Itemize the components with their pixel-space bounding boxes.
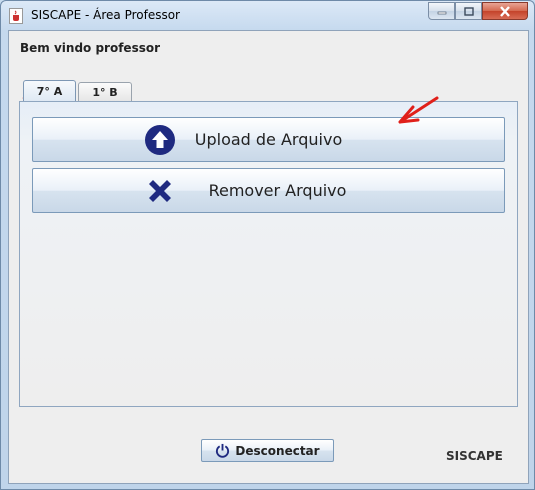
upload-arrow-icon	[145, 125, 175, 155]
tab-label: 7° A	[36, 84, 63, 98]
upload-label: Upload de Arquivo	[194, 130, 343, 149]
minimize-icon	[437, 11, 446, 15]
welcome-label: Bem vindo professor	[20, 41, 161, 55]
x-mark-icon	[149, 180, 171, 202]
disconnect-label: Desconectar	[235, 443, 320, 458]
window-title: SISCAPE - Área Professor	[31, 8, 180, 22]
disconnect-button[interactable]: Desconectar	[201, 439, 334, 462]
remove-file-button[interactable]: Remover Arquivo	[32, 168, 505, 213]
power-icon	[215, 443, 230, 458]
close-button[interactable]	[482, 2, 528, 20]
upload-file-button[interactable]: Upload de Arquivo	[32, 117, 505, 162]
close-icon	[500, 5, 510, 17]
content-area: Bem vindo professor 7° A 1° B Upload de …	[8, 30, 529, 484]
title-bar[interactable]: SISCAPE - Área Professor	[1, 1, 534, 30]
window-controls	[428, 2, 528, 21]
maximize-button[interactable]	[455, 2, 482, 20]
application-window: SISCAPE - Área Professor Bem vindo profe…	[0, 0, 535, 490]
maximize-icon	[463, 6, 474, 16]
java-cup-icon	[9, 8, 23, 24]
tab-panel: Upload de Arquivo Remover Arquivo	[19, 101, 518, 407]
remove-label: Remover Arquivo	[208, 181, 347, 200]
minimize-button[interactable]	[428, 2, 455, 20]
tab-1b[interactable]: 1° B	[78, 82, 132, 101]
tab-label: 1° B	[92, 85, 118, 99]
brand-label: SISCAPE	[446, 449, 503, 463]
tab-7a[interactable]: 7° A	[23, 80, 76, 101]
